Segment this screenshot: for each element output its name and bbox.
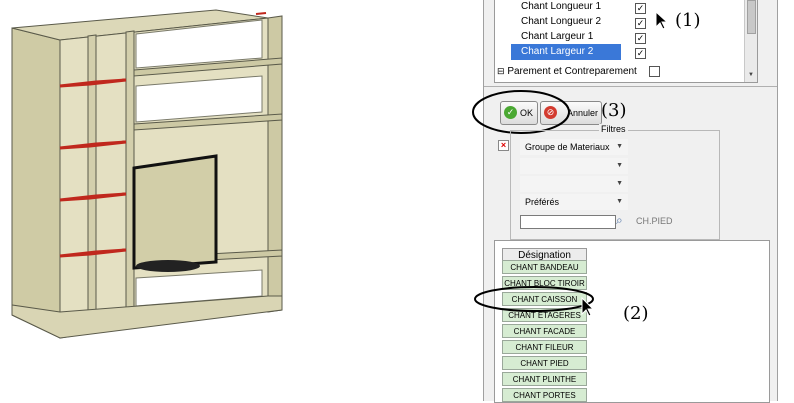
tv-stand	[136, 260, 200, 272]
tree-item-label: Chant Longueur 1	[521, 1, 602, 12]
table-row[interactable]: CHANT PORTES	[502, 388, 587, 402]
table-row[interactable]: CHANT PIED	[502, 356, 587, 370]
tree-item[interactable]: Chant Longueur 1	[511, 0, 621, 15]
tree-item-label: Chant Largeur 1	[521, 31, 594, 42]
tree-item-label: Chant Largeur 2	[521, 46, 594, 57]
search-result: CH.PIED	[636, 216, 673, 226]
search-icon[interactable]: ⌕	[616, 213, 623, 228]
preferred-combo[interactable]: Préférés ▼	[520, 194, 628, 210]
tree-expander-icon[interactable]: ⊟	[497, 66, 505, 76]
filter-combo-3[interactable]: ▼	[520, 176, 628, 192]
tree-item-selected[interactable]: Chant Largeur 2	[511, 44, 621, 60]
filters-title: Filtres	[599, 124, 628, 134]
chevron-down-icon: ▼	[616, 162, 623, 169]
tree-parent-checkbox[interactable]	[649, 66, 660, 77]
tree-item-label: Chant Longueur 2	[521, 16, 602, 27]
chevron-down-icon: ▼	[616, 198, 623, 205]
edge-banding-panel: Chant Longueur 1 ✓ Chant Longueur 2 ✓ Ch…	[472, 0, 778, 403]
separator	[484, 86, 777, 87]
chevron-down-icon: ▼	[616, 180, 623, 187]
tree-item-checkbox[interactable]: ✓	[635, 48, 646, 59]
tree-item-checkbox[interactable]: ✓	[635, 3, 646, 14]
annotation-2: (2)	[623, 303, 649, 324]
search-input[interactable]	[520, 215, 616, 229]
cabinet-3d-view	[11, 9, 283, 339]
scroll-down-icon[interactable]: ▼	[748, 72, 754, 78]
cabinet-left-side	[11, 27, 61, 339]
tree-scrollbar[interactable]: ▼	[744, 0, 757, 82]
edge-tree: Chant Longueur 1 ✓ Chant Longueur 2 ✓ Ch…	[494, 0, 758, 83]
table-row[interactable]: CHANT FILEUR	[502, 340, 587, 354]
annotation-1: (1)	[675, 10, 701, 31]
cabinet-upright-1	[87, 34, 97, 324]
highlight-ellipse-3	[472, 90, 570, 134]
scroll-thumb[interactable]	[747, 0, 756, 34]
material-group-combo[interactable]: Groupe de Materiaux ▼	[520, 139, 628, 155]
tree-parent-row[interactable]: ⊟ Parement et Contreparement	[497, 63, 647, 79]
chevron-down-icon: ▼	[616, 143, 623, 150]
tree-item-checkbox[interactable]: ✓	[635, 18, 646, 29]
tree-item[interactable]: Chant Largeur 1	[511, 29, 621, 45]
table-row[interactable]: CHANT BANDEAU	[502, 260, 587, 274]
arrow-cursor-icon	[581, 296, 595, 317]
top-corner-mark	[255, 12, 267, 15]
arrow-cursor-icon	[655, 10, 669, 30]
tree-item-checkbox[interactable]: ✓	[635, 33, 646, 44]
table-row[interactable]: CHANT FACADE	[502, 324, 587, 338]
tree-item[interactable]: Chant Longueur 2	[511, 14, 621, 30]
filter-combo-2[interactable]: ▼	[520, 158, 628, 174]
highlight-ellipse-2	[474, 286, 594, 312]
table-row[interactable]: CHANT PLINTHE	[502, 372, 587, 386]
tv-screen	[132, 154, 218, 270]
remove-filter-icon[interactable]: ×	[498, 140, 509, 151]
tree-parent-label: Parement et Contreparement	[507, 66, 637, 77]
annotation-3: (3)	[601, 100, 627, 121]
